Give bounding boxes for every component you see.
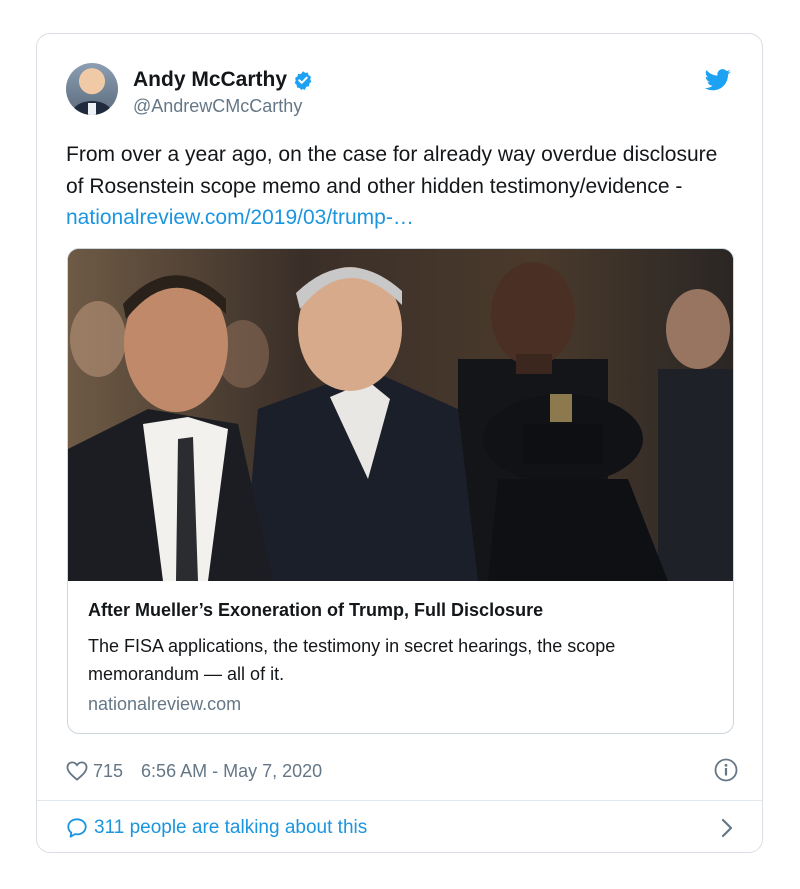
speech-bubble-icon <box>67 818 87 838</box>
author-name[interactable]: Andy McCarthy <box>133 68 287 92</box>
tweet-meta: 715 6:56 AM - May 7, 2020 <box>66 757 738 785</box>
tweet-text: From over a year ago, on the case for al… <box>66 139 726 234</box>
news-photo <box>68 249 733 581</box>
chevron-right-icon[interactable] <box>720 817 734 839</box>
link-card-image[interactable] <box>68 249 733 581</box>
tweet-link[interactable]: nationalreview.com/2019/03/trump-… <box>66 206 414 229</box>
link-card-domain: nationalreview.com <box>88 694 242 714</box>
info-icon[interactable] <box>714 758 738 782</box>
timestamp[interactable]: 6:56 AM - May 7, 2020 <box>141 761 322 782</box>
divider <box>37 800 762 801</box>
heart-icon[interactable] <box>66 761 88 781</box>
author-name-row[interactable]: Andy McCarthy <box>133 68 313 92</box>
tweet-body: From over a year ago, on the case for al… <box>66 143 718 198</box>
link-card-description: The FISA applications, the testimony in … <box>88 636 616 684</box>
link-card-title[interactable]: After Mueller’s Exoneration of Trump, Fu… <box>88 600 543 621</box>
twitter-bird-icon[interactable] <box>705 69 731 91</box>
conversation-link[interactable]: 311 people are talking about this <box>66 814 738 842</box>
conversation-count[interactable]: 311 people are talking about this <box>94 817 367 839</box>
author-handle[interactable]: @AndrewCMcCarthy <box>133 96 302 117</box>
avatar[interactable] <box>66 63 118 115</box>
link-card[interactable]: After Mueller’s Exoneration of Trump, Fu… <box>67 248 734 734</box>
like-count[interactable]: 715 <box>93 761 123 782</box>
tweet-card: Andy McCarthy @AndrewCMcCarthy From over… <box>36 33 763 853</box>
verified-badge-icon <box>294 71 312 90</box>
